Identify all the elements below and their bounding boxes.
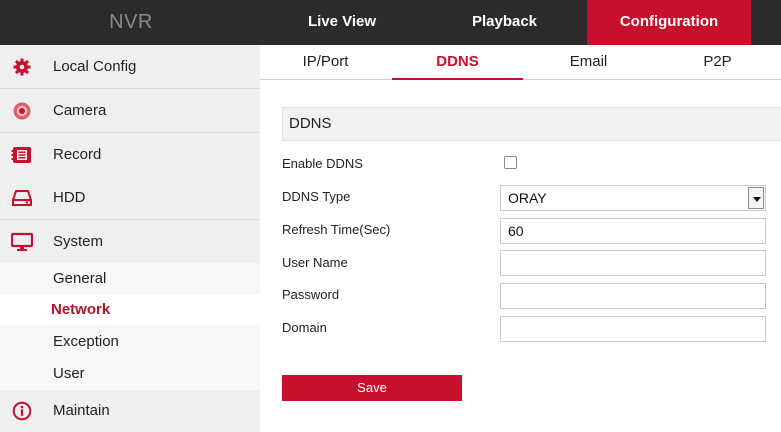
section-title: DDNS [289, 115, 332, 132]
sidebar-item-label: Local Config [53, 58, 137, 75]
camera-icon [11, 101, 33, 121]
tab-ip-port[interactable]: IP/Port [260, 45, 391, 80]
info-icon [11, 401, 33, 421]
tab-bar: IP/Port DDNS Email P2P [260, 45, 781, 80]
app-logo: NVR [109, 11, 153, 33]
sidebar-item-hdd[interactable]: HDD [0, 176, 260, 220]
refresh-time-input[interactable] [500, 218, 766, 244]
sidebar-item-label: HDD [53, 189, 86, 206]
submenu-item-network[interactable]: Network [0, 294, 260, 325]
hdd-icon [11, 188, 33, 208]
gear-icon [11, 57, 33, 77]
save-button[interactable]: Save [282, 375, 462, 401]
sidebar-item-label: Record [53, 146, 102, 163]
monitor-icon [10, 232, 34, 252]
sidebar: Local Config Camera Record HDD System Ge… [0, 45, 260, 432]
sidebar-item-camera[interactable]: Camera [0, 89, 260, 133]
user-name-input[interactable] [500, 250, 766, 276]
ddns-type-select[interactable]: ORAY [500, 185, 766, 211]
section-header: DDNS [282, 107, 781, 141]
submenu-item-user[interactable]: User [0, 358, 260, 389]
tab-p2p[interactable]: P2P [654, 45, 781, 80]
sidebar-item-local-config[interactable]: Local Config [0, 45, 260, 89]
tab-email[interactable]: Email [523, 45, 654, 80]
enable-ddns-label: Enable DDNS [282, 156, 363, 171]
sidebar-item-record[interactable]: Record [0, 133, 260, 177]
enable-ddns-checkbox[interactable] [504, 156, 517, 169]
refresh-time-label: Refresh Time(Sec) [282, 222, 391, 237]
nav-configuration[interactable]: Configuration [587, 0, 751, 45]
ddns-type-label: DDNS Type [282, 189, 351, 204]
system-submenu: General Network Exception User [0, 263, 260, 390]
ddns-type-value: ORAY [508, 190, 547, 206]
sidebar-item-maintain[interactable]: Maintain [0, 390, 260, 432]
submenu-item-general[interactable]: General [0, 263, 260, 294]
nav-playback[interactable]: Playback [422, 0, 587, 45]
password-input[interactable] [500, 283, 766, 309]
sidebar-item-label: Maintain [53, 402, 110, 419]
record-icon [11, 145, 33, 165]
chevron-down-icon[interactable] [748, 187, 764, 209]
sidebar-item-label: Camera [53, 102, 107, 119]
submenu-item-exception[interactable]: Exception [0, 326, 260, 357]
tab-ddns[interactable]: DDNS [392, 45, 523, 80]
nav-live-view[interactable]: Live View [262, 0, 422, 45]
sidebar-item-system[interactable]: System [0, 220, 260, 264]
domain-label: Domain [282, 320, 327, 335]
top-bar: NVR Live View Playback Configuration [0, 0, 781, 45]
sidebar-item-label: System [53, 233, 104, 250]
domain-input[interactable] [500, 316, 766, 342]
user-name-label: User Name [282, 255, 348, 270]
password-label: Password [282, 287, 340, 302]
